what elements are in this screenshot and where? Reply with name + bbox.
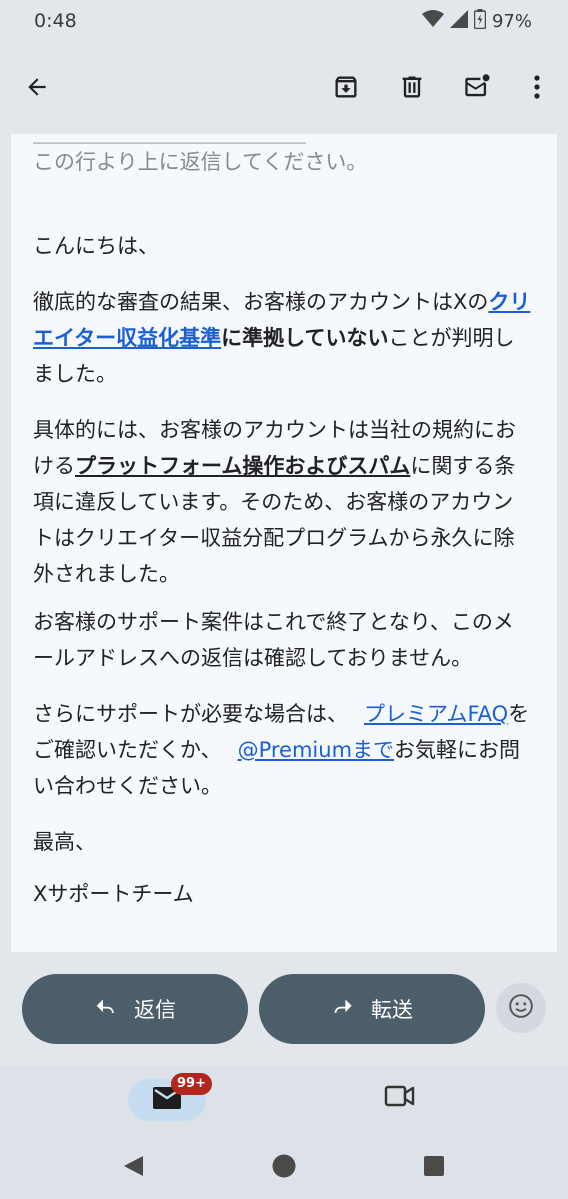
- battery-icon: [473, 9, 487, 34]
- email-body[interactable]: ＿＿＿＿＿＿＿＿＿＿＿＿＿ この行より上に返信してください。 こんにちは、 徹底…: [11, 134, 557, 952]
- forward-label: 転送: [371, 998, 413, 1022]
- paragraph-2: 具体的には、お客様のアカウントは当社の規約におけるプラットフォーム操作およびスパ…: [33, 412, 533, 592]
- delete-icon: [398, 73, 426, 105]
- archive-icon: [332, 73, 360, 105]
- status-indicators: 97%: [421, 9, 532, 34]
- platform-manipulation-term: プラットフォーム操作およびスパム: [75, 454, 411, 478]
- premium-faq-link[interactable]: プレミアムFAQ: [364, 702, 508, 726]
- more-options-button[interactable]: [516, 68, 558, 110]
- reply-button[interactable]: 返信: [22, 974, 248, 1044]
- greeting: こんにちは、: [33, 234, 159, 258]
- p1-text: 徹底的な審査の結果、お客様のアカウントはXの: [33, 290, 489, 314]
- p4-text: さらにサポートが必要な場合は、: [33, 702, 348, 726]
- system-back-icon[interactable]: [121, 1154, 145, 1182]
- forward-icon: [331, 995, 355, 1024]
- video-camera-icon: [384, 1085, 416, 1112]
- system-home-icon[interactable]: [272, 1154, 296, 1182]
- mark-unread-button[interactable]: [457, 68, 499, 110]
- reply-above-line: この行より上に返信してください。: [33, 150, 368, 174]
- system-navigation-bar: [0, 1130, 568, 1199]
- back-button[interactable]: [16, 68, 58, 110]
- closing: 最高、: [33, 830, 96, 854]
- smiley-icon: [508, 993, 534, 1023]
- emoji-reaction-button[interactable]: [496, 983, 546, 1033]
- reply-icon: [94, 995, 118, 1024]
- delete-button[interactable]: [391, 68, 433, 110]
- paragraph-4: さらにサポートが必要な場合は、 プレミアムFAQをご確認いただくか、 @Premiu…: [33, 696, 533, 804]
- paragraph-1: 徹底的な審査の結果、お客様のアカウントはXのクリエイター収益化基準に準拠していな…: [33, 284, 533, 392]
- p1-bold: に準拠していない: [221, 326, 389, 350]
- reply-label: 返信: [134, 998, 176, 1022]
- paragraph-3: お客様のサポート案件はこれで終了となり、このメールアドレスへの返信は確認しており…: [33, 610, 514, 670]
- status-time: 0:48: [34, 10, 77, 32]
- system-recents-icon[interactable]: [424, 1156, 444, 1180]
- premium-contact-link[interactable]: @Premiumまで: [238, 738, 394, 762]
- more-vert-icon: [533, 74, 541, 104]
- bottom-navigation: 99+: [0, 1066, 568, 1130]
- signal-icon: [449, 10, 468, 33]
- wifi-icon: [421, 10, 444, 33]
- nav-meet-tab[interactable]: [384, 1084, 416, 1112]
- signature: Xサポートチーム: [33, 882, 194, 906]
- back-arrow-icon: [24, 74, 50, 104]
- status-bar: 0:48 97%: [0, 0, 568, 44]
- battery-percent: 97%: [491, 11, 532, 32]
- mark-unread-icon: [463, 73, 493, 105]
- unread-badge: 99+: [171, 1073, 212, 1095]
- email-toolbar: [0, 44, 568, 134]
- archive-button[interactable]: [325, 68, 367, 110]
- forward-button[interactable]: 転送: [259, 974, 485, 1044]
